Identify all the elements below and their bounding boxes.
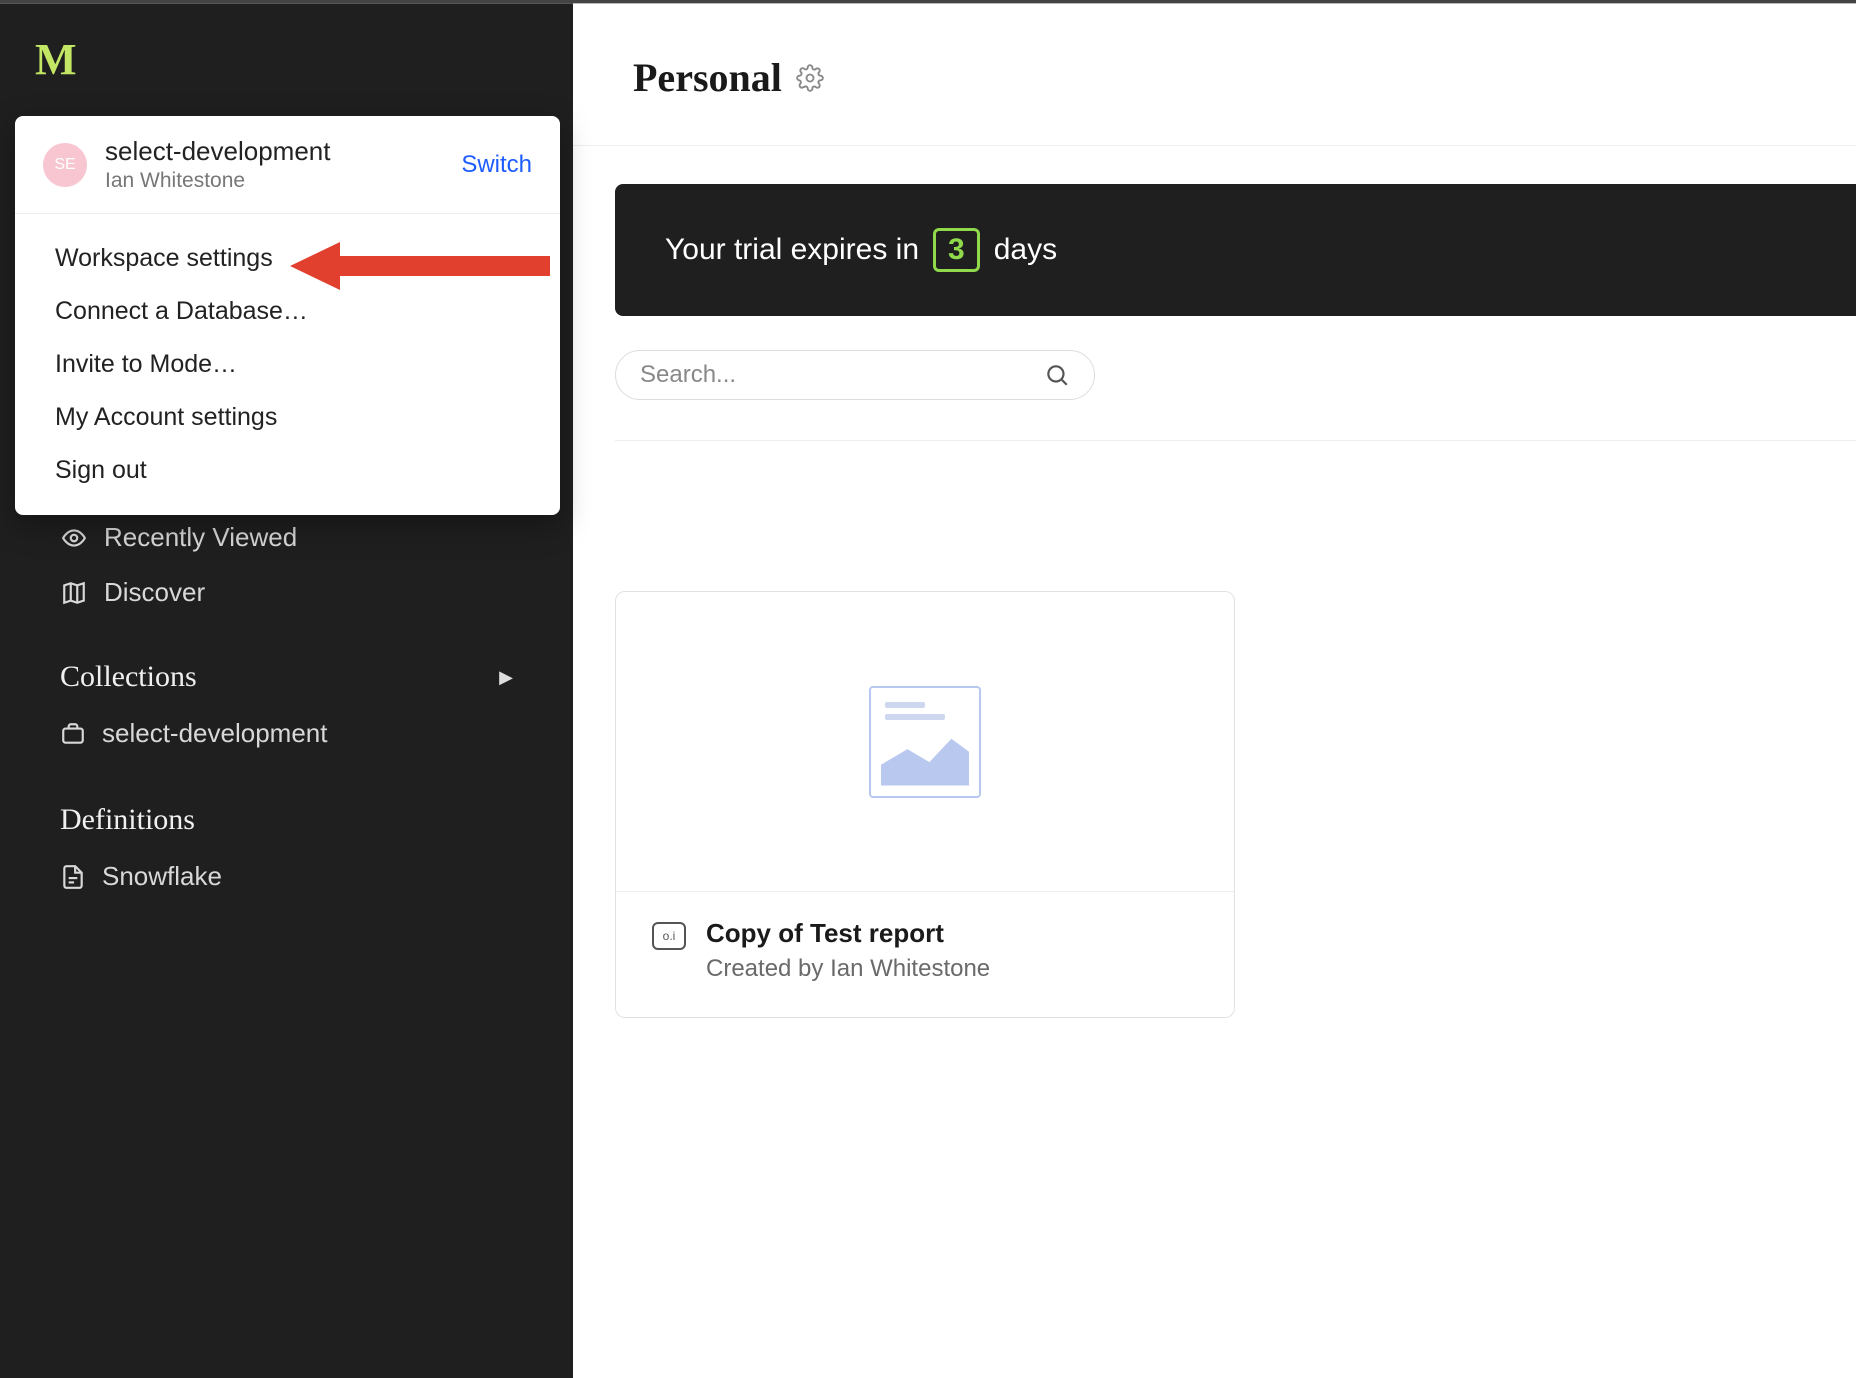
search-box[interactable] (615, 350, 1095, 400)
report-preview (616, 592, 1234, 892)
main-content: Personal Your trial expires in 3 days (573, 3, 1856, 1378)
collections-header-label: Collections (60, 660, 197, 694)
report-placeholder-icon (869, 686, 981, 798)
page-title: Personal (633, 54, 782, 101)
collections-header[interactable]: Collections ▶ (0, 620, 573, 704)
workspace-dropdown-header: SE select-development Ian Whitestone Swi… (15, 116, 560, 214)
report-card[interactable]: o.i Copy of Test report Created by Ian W… (615, 591, 1235, 1018)
file-icon (60, 864, 86, 890)
map-icon (60, 579, 88, 607)
report-title: Copy of Test report (706, 918, 990, 949)
report-meta: o.i Copy of Test report Created by Ian W… (616, 892, 1234, 1017)
collection-item[interactable]: select-development (0, 704, 573, 763)
menu-invite[interactable]: Invite to Mode… (15, 338, 560, 391)
chevron-right-icon: ▶ (499, 667, 513, 688)
workspace-name: select-development (105, 136, 443, 167)
menu-sign-out[interactable]: Sign out (15, 444, 560, 497)
eye-icon (60, 524, 88, 552)
sidebar-item-recently-viewed[interactable]: Recently Viewed (60, 510, 513, 565)
search-icon[interactable] (1044, 362, 1070, 388)
menu-connect-database[interactable]: Connect a Database… (15, 285, 560, 338)
workspace-user: Ian Whitestone (105, 169, 443, 193)
search-input[interactable] (640, 361, 1044, 389)
menu-workspace-settings[interactable]: Workspace settings (15, 232, 560, 285)
sidebar: M SE select-development Ian Whitestone S… (0, 3, 573, 1378)
definition-item[interactable]: Snowflake (0, 847, 573, 906)
trial-banner: Your trial expires in 3 days (615, 184, 1856, 316)
trial-suffix: days (994, 233, 1057, 267)
workspace-avatar: SE (43, 143, 87, 187)
sidebar-item-label: Recently Viewed (104, 522, 297, 553)
definition-item-label: Snowflake (102, 861, 222, 892)
sql-icon: o.i (652, 922, 686, 950)
trial-prefix: Your trial expires in (665, 233, 919, 267)
report-subtitle: Created by Ian Whitestone (706, 955, 990, 983)
collection-item-label: select-development (102, 718, 327, 749)
definitions-header[interactable]: Definitions (0, 763, 573, 847)
workspace-dropdown: SE select-development Ian Whitestone Swi… (15, 116, 560, 515)
app-logo[interactable]: M (0, 4, 573, 85)
switch-workspace-link[interactable]: Switch (461, 151, 532, 179)
trial-days-badge: 3 (933, 228, 980, 272)
definitions-header-label: Definitions (60, 803, 195, 837)
sidebar-item-discover[interactable]: Discover (60, 565, 513, 620)
briefcase-icon (60, 721, 86, 747)
sidebar-item-label: Discover (104, 577, 205, 608)
gear-icon[interactable] (796, 64, 824, 92)
page-header: Personal (573, 4, 1856, 146)
menu-account-settings[interactable]: My Account settings (15, 391, 560, 444)
